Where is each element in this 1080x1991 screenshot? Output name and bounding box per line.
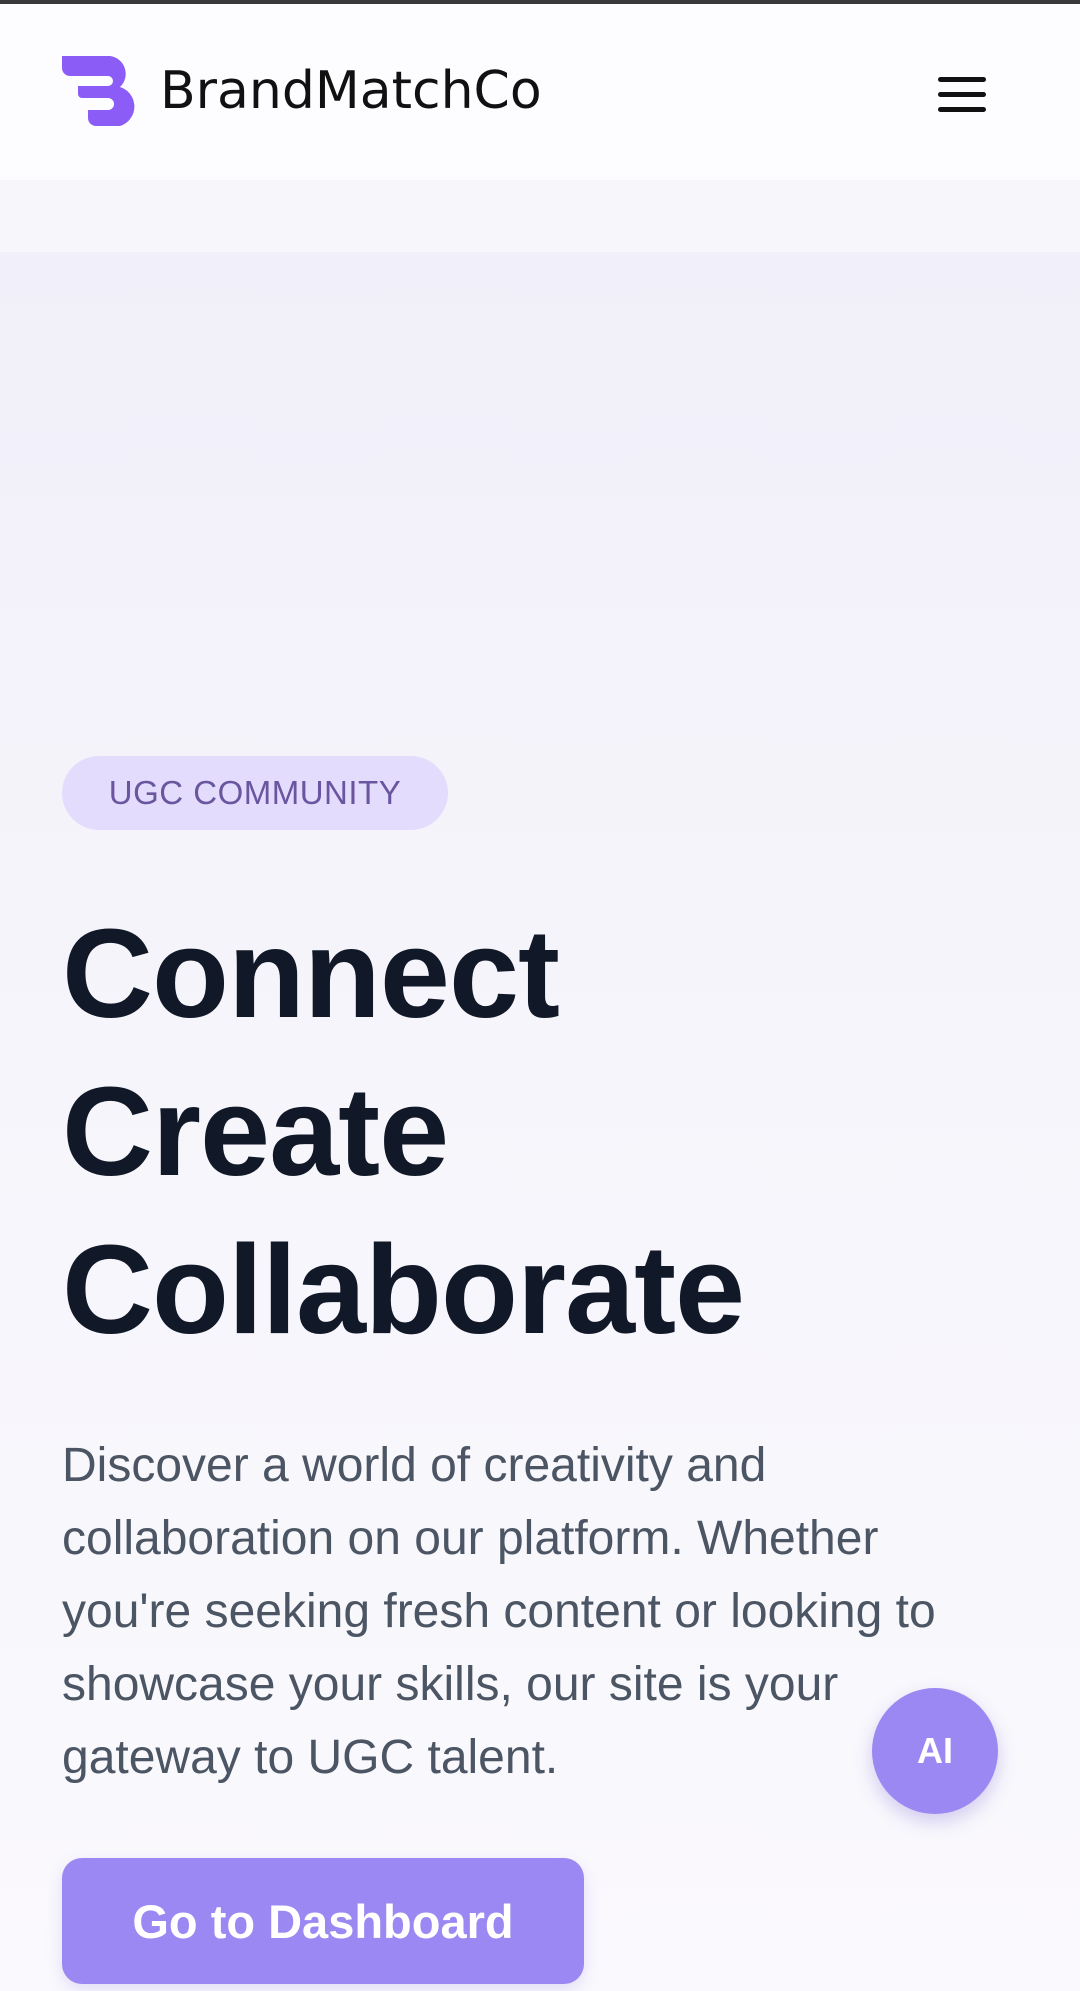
hamburger-menu-icon: [938, 76, 986, 82]
hero-title-line-create: Create: [62, 1061, 449, 1202]
hero-description: Discover a world of creativity and colla…: [62, 1439, 936, 1784]
hamburger-menu-icon-bar: [938, 91, 986, 97]
hamburger-menu-icon-bar: [938, 106, 986, 112]
ai-assistant-button[interactable]: AI: [872, 1688, 998, 1814]
brand-home-link[interactable]: BrandMatchCo: [62, 54, 542, 128]
hero-title-line-connect: Connect: [62, 903, 560, 1044]
header-spacer-band: [0, 180, 1080, 252]
brand-logo-icon: [62, 56, 135, 126]
community-badge: UGC COMMUNITY: [62, 756, 448, 830]
brand-name: BrandMatchCo: [160, 61, 542, 121]
go-to-dashboard-button[interactable]: Go to Dashboard: [62, 1858, 584, 1984]
hamburger-menu-button[interactable]: [930, 66, 994, 122]
hero-title: Connect Create Collaborate: [62, 895, 745, 1369]
site-header: BrandMatchCo: [0, 4, 1080, 180]
hero-title-line-collaborate: Collaborate: [62, 1219, 745, 1360]
